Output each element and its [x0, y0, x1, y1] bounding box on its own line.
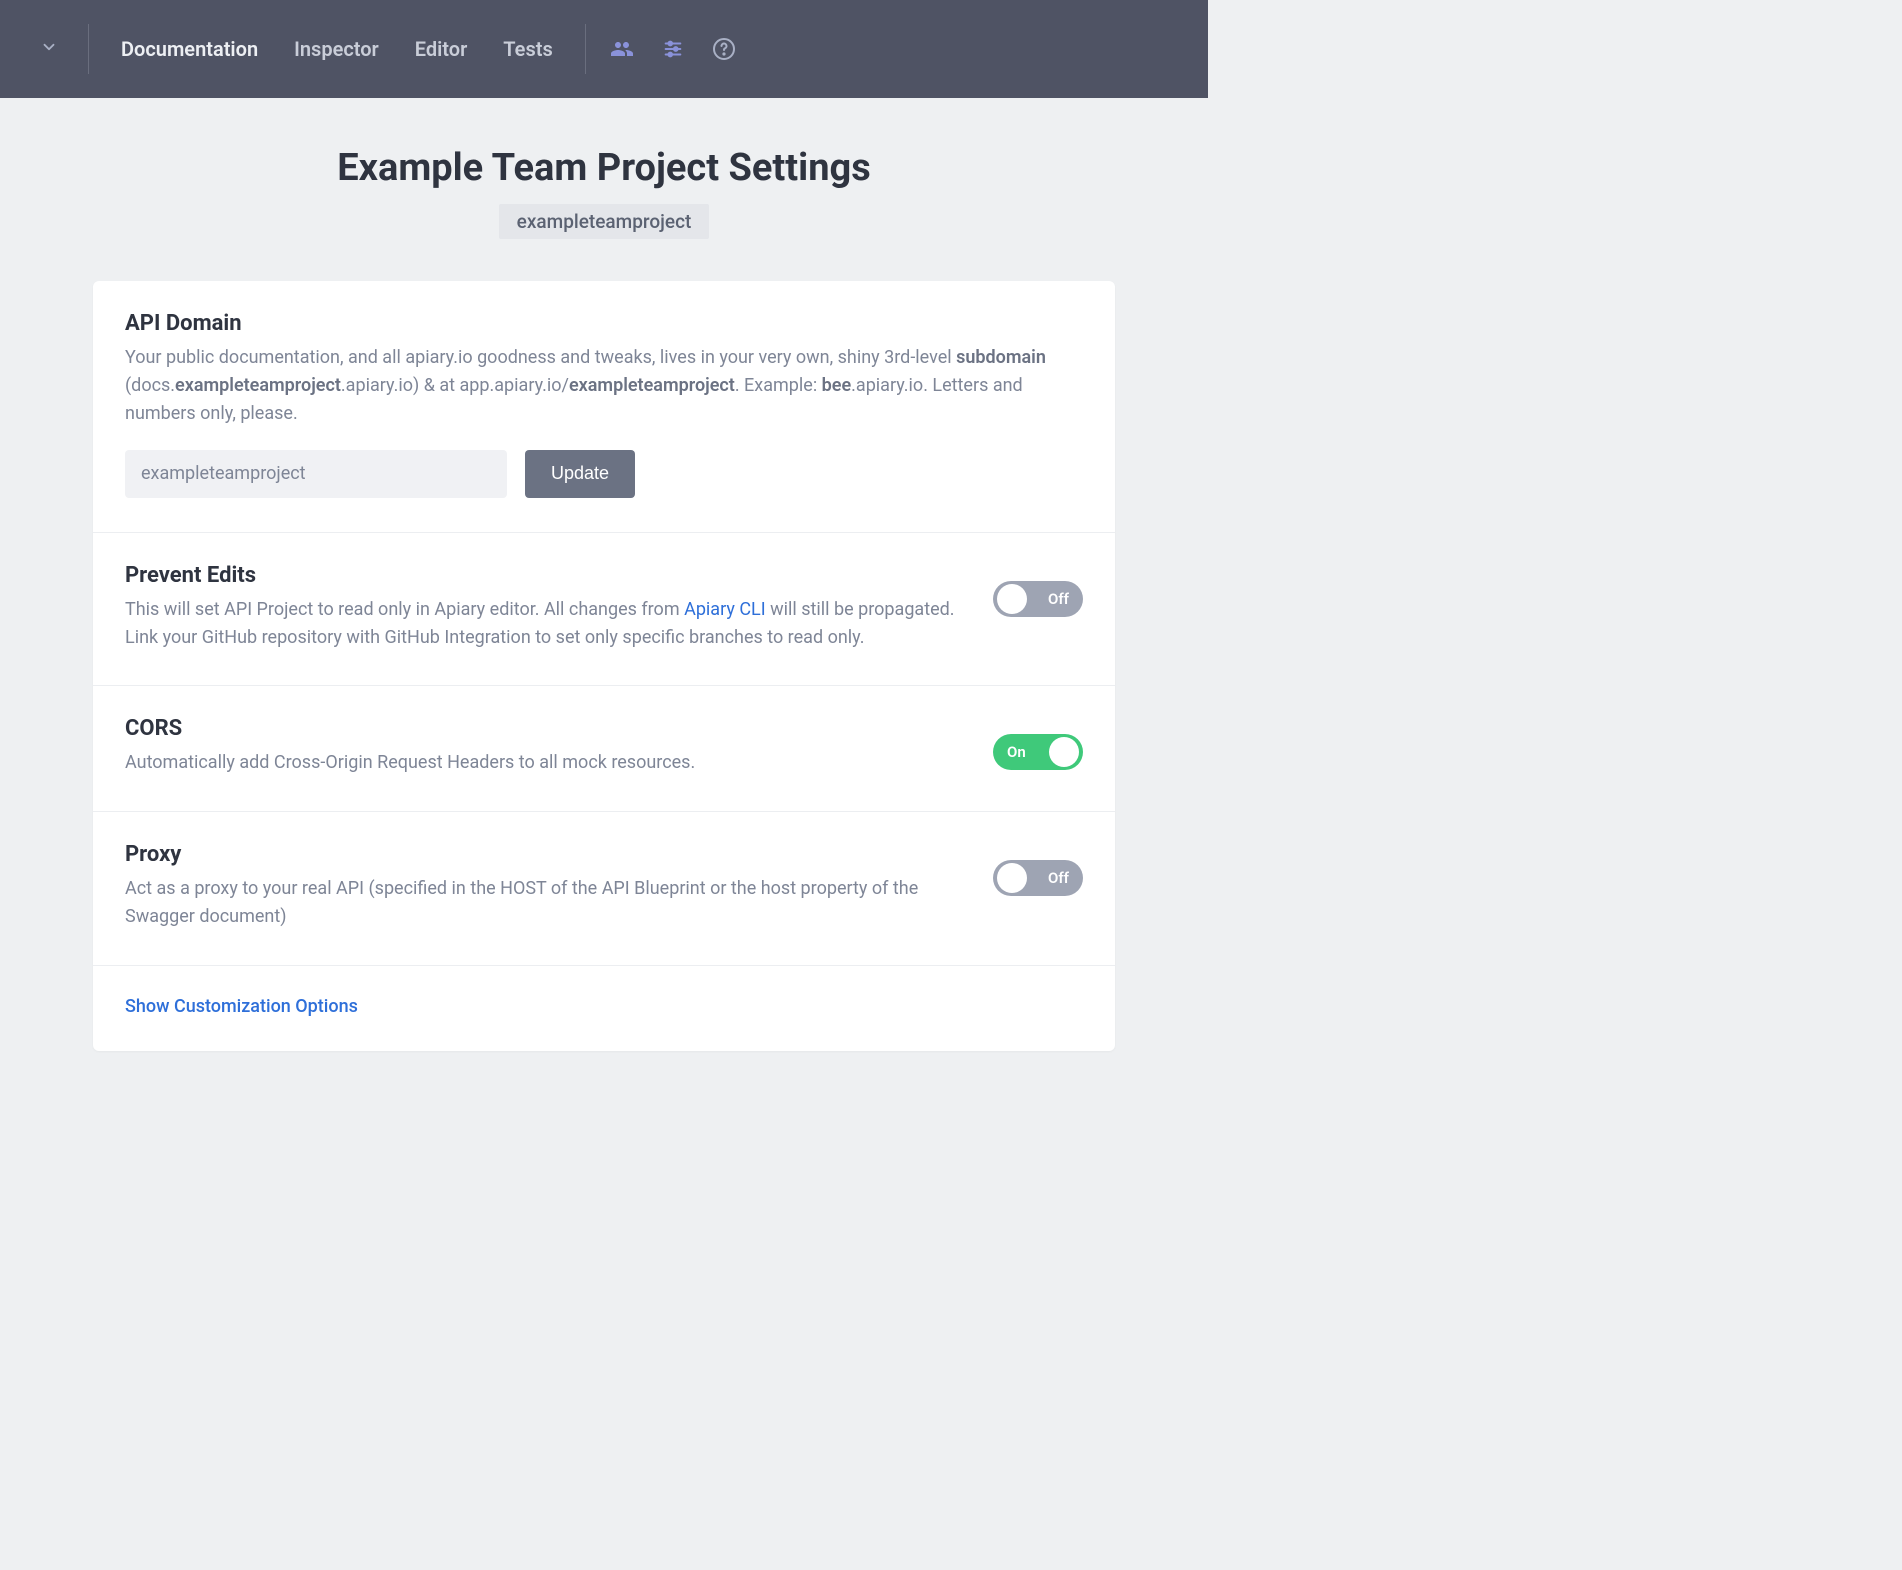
nav-inspector[interactable]: Inspector — [276, 37, 397, 61]
sliders-icon — [662, 38, 684, 60]
topbar-icons — [610, 37, 736, 61]
update-button[interactable]: Update — [525, 450, 635, 498]
proxy-toggle[interactable]: Off — [993, 860, 1083, 896]
section-title: CORS — [125, 716, 963, 741]
desc-text: . Example: — [735, 375, 822, 396]
help-circle-icon — [712, 37, 736, 61]
section-cors: CORS Automatically add Cross-Origin Requ… — [93, 686, 1115, 812]
section-title: Prevent Edits — [125, 563, 963, 588]
section-proxy: Proxy Act as a proxy to your real API (s… — [93, 812, 1115, 966]
apiary-cli-link[interactable]: Apiary CLI — [684, 599, 766, 620]
help-icon-link[interactable] — [712, 37, 736, 61]
section-customization: Show Customization Options — [93, 966, 1115, 1051]
divider — [585, 24, 586, 74]
section-description: This will set API Project to read only i… — [125, 596, 963, 652]
project-slug-pill: exampleteamproject — [499, 204, 710, 239]
toggle-label: Off — [1048, 590, 1069, 608]
section-prevent-edits: Prevent Edits This will set API Project … — [93, 533, 1115, 687]
toggle-label: On — [1007, 743, 1026, 761]
section-description: Act as a proxy to your real API (specifi… — [125, 875, 963, 931]
section-description: Your public documentation, and all apiar… — [125, 344, 1083, 428]
nav-tests[interactable]: Tests — [485, 37, 570, 61]
prevent-edits-toggle[interactable]: Off — [993, 581, 1083, 617]
page-header: Example Team Project Settings exampletea… — [0, 98, 1208, 281]
team-switcher-chevron[interactable] — [24, 38, 74, 60]
section-api-domain: API Domain Your public documentation, an… — [93, 281, 1115, 533]
domain-input-row: Update — [125, 450, 1083, 498]
divider — [88, 24, 89, 74]
desc-text: This will set API Project to read only i… — [125, 599, 684, 620]
show-customization-link[interactable]: Show Customization Options — [125, 996, 358, 1017]
settings-card: API Domain Your public documentation, an… — [93, 281, 1115, 1051]
section-description: Automatically add Cross-Origin Request H… — [125, 749, 963, 777]
users-icon — [610, 37, 634, 61]
nav-documentation[interactable]: Documentation — [103, 37, 276, 61]
toggle-label: Off — [1048, 869, 1069, 887]
section-title: Proxy — [125, 842, 963, 867]
desc-bold: exampleteamproject — [175, 375, 341, 396]
desc-bold: subdomain — [956, 347, 1046, 368]
chevron-down-icon — [40, 38, 58, 56]
section-title: API Domain — [125, 311, 1083, 336]
toggle-knob — [1049, 737, 1079, 767]
topbar: Documentation Inspector Editor Tests — [0, 0, 1208, 98]
toggle-knob — [997, 863, 1027, 893]
page-title: Example Team Project Settings — [0, 146, 1208, 190]
api-domain-input[interactable] — [125, 450, 507, 498]
desc-text: Your public documentation, and all apiar… — [125, 347, 956, 368]
cors-toggle[interactable]: On — [993, 734, 1083, 770]
toggle-knob — [997, 584, 1027, 614]
nav-editor[interactable]: Editor — [397, 37, 486, 61]
desc-bold: bee — [822, 375, 852, 396]
desc-bold: exampleteamproject — [569, 375, 735, 396]
desc-text: .apiary.io) & at app.apiary.io/ — [341, 375, 569, 396]
settings-icon-link[interactable] — [662, 38, 684, 60]
desc-text: (docs. — [125, 375, 175, 396]
team-icon[interactable] — [610, 37, 634, 61]
